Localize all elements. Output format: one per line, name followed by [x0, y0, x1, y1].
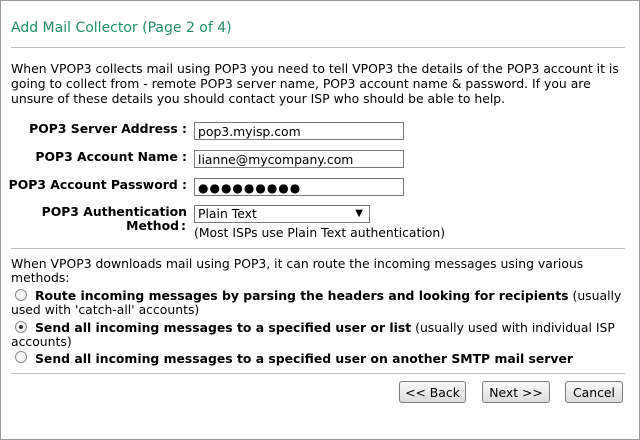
- cancel-button[interactable]: Cancel: [565, 381, 623, 403]
- next-button[interactable]: Next >>: [482, 381, 550, 403]
- auth-method-note: (Most ISPs use Plain Text authentication…: [194, 225, 446, 240]
- route-parse-headers-label[interactable]: Route incoming messages by parsing the h…: [11, 289, 629, 317]
- intro-text: When VPOP3 collects mail using POP3 you …: [11, 61, 619, 106]
- account-name-input[interactable]: lianne@mycompany.com: [194, 150, 404, 168]
- account-password-label: POP3 Account Password :: [8, 177, 187, 192]
- server-address-label: POP3 Server Address :: [29, 121, 187, 136]
- route-specified-user-label[interactable]: Send all incoming messages to a specifie…: [11, 321, 629, 349]
- server-address-input[interactable]: pop3.myisp.com: [194, 122, 404, 140]
- route-smtp-server-label[interactable]: Send all incoming messages to a specifie…: [11, 352, 629, 366]
- account-name-label: POP3 Account Name :: [35, 149, 187, 164]
- auth-method-colon: :: [181, 218, 186, 233]
- auth-method-value: Plain Text: [198, 206, 257, 221]
- back-button[interactable]: << Back: [399, 381, 466, 403]
- auth-method-label-line1: POP3 Authentication: [41, 204, 187, 219]
- page-title: Add Mail Collector (Page 2 of 4): [11, 20, 232, 36]
- auth-method-label-line2: Method: [126, 218, 179, 233]
- routing-description: When VPOP3 downloads mail using POP3, it…: [11, 256, 584, 285]
- account-password-input[interactable]: ●●●●●●●●●: [194, 178, 404, 196]
- divider-middle: [11, 248, 625, 249]
- divider-bottom: [11, 373, 625, 374]
- auth-method-select[interactable]: Plain Text ▼: [194, 205, 370, 223]
- divider-top: [11, 47, 625, 48]
- dropdown-arrow-icon: ▼: [355, 208, 363, 219]
- dialog-frame: Add Mail Collector (Page 2 of 4) When VP…: [0, 0, 640, 440]
